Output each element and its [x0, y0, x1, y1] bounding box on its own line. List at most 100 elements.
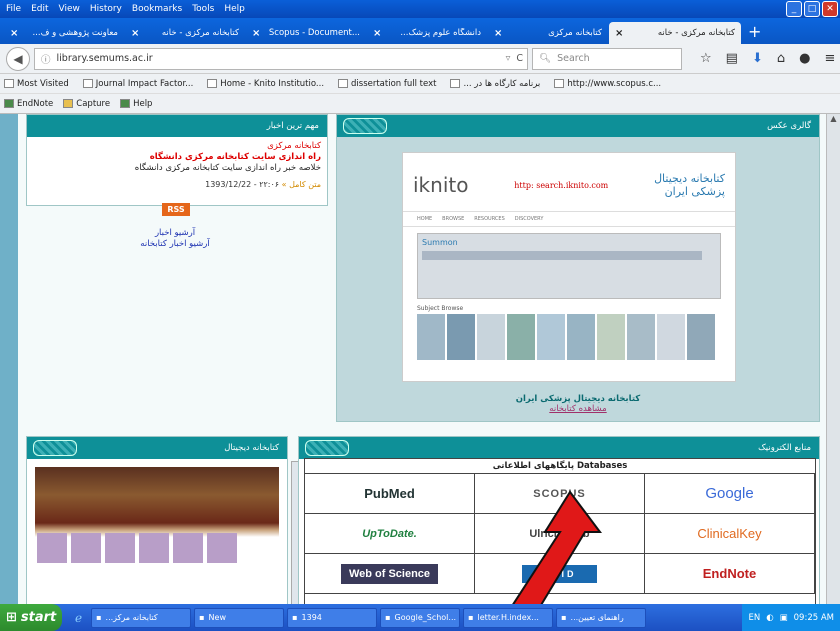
tab[interactable]: × کتابخانه مرکزی - خانه [125, 22, 245, 44]
toolbar-item[interactable]: Help [120, 99, 152, 109]
menu-view[interactable]: View [59, 4, 80, 14]
database-cell[interactable]: Web of Science [305, 554, 475, 594]
knito-title: کتابخانه دیجیتال [654, 172, 725, 185]
gallery-caption-link[interactable]: مشاهده کتابخانه [336, 404, 820, 414]
taskbar-item[interactable]: ▪ Google_Schol... [380, 607, 461, 628]
subject-thumb [627, 314, 655, 360]
database-logo: Web of Science [340, 563, 439, 584]
digital-library-header-label: کتابخانه دیجیتال [224, 443, 279, 453]
close-button[interactable]: ✕ [822, 1, 838, 17]
close-icon[interactable]: × [373, 28, 381, 39]
database-cell[interactable]: ClinicalKey [645, 514, 815, 554]
summon-label: Summon [422, 238, 458, 247]
minimize-button[interactable]: _ [786, 1, 802, 17]
taskbar-item[interactable]: ▪ letter.H.index... [463, 607, 554, 628]
windows-logo-icon: ⊞ [6, 610, 17, 625]
bookmark-item[interactable]: Journal Impact Factor... [82, 79, 193, 89]
subject-thumb [657, 314, 685, 360]
tab-label: Scopus - Document... [268, 28, 360, 38]
subject-thumb [687, 314, 715, 360]
bookmark-item[interactable]: Most Visited [4, 79, 69, 89]
menu-file[interactable]: File [6, 4, 21, 14]
bookmark-icon [338, 79, 349, 88]
subject-thumb [567, 314, 595, 360]
menu-help[interactable]: Help [224, 4, 245, 14]
taskbar-item[interactable]: ▪ ...راهنمای تعیین [556, 607, 647, 628]
bookmark-item[interactable]: http://www.scopus.c... [554, 79, 661, 89]
tab[interactable]: × کتابخانه مرکزی [488, 22, 608, 44]
archive-link-news[interactable]: آرشیو اخبار [110, 228, 240, 239]
new-tab-button[interactable]: + [748, 22, 761, 41]
url-bar[interactable]: ⓘ library.semums.ac.ir ▿ C [34, 47, 528, 70]
database-cell[interactable]: OVID [475, 554, 645, 594]
toolbar-item[interactable]: EndNote [4, 99, 53, 109]
database-cell[interactable]: EndNote [645, 554, 815, 594]
tab[interactable]: × ...معاونت پژوهشی و ف [4, 22, 124, 44]
back-button[interactable]: ◀ [6, 46, 30, 71]
dropdown-icon[interactable]: ▿ [506, 53, 511, 64]
reader-icon[interactable]: ▤ [726, 51, 738, 66]
tab[interactable]: × ...دانشگاه علوم پزشک [367, 22, 487, 44]
toolbar-item[interactable]: Capture [63, 99, 110, 109]
rss-button[interactable]: RSS [162, 203, 190, 216]
maximize-button[interactable]: □ [804, 1, 820, 17]
bookmarks-toolbar-2: EndNote Capture Help [0, 94, 840, 114]
close-icon[interactable]: × [131, 28, 139, 39]
knito-nav-item: BROWSE [442, 216, 465, 222]
subject-thumb [597, 314, 625, 360]
network-icon[interactable]: ▣ [780, 613, 788, 623]
menu-bookmarks[interactable]: Bookmarks [132, 4, 182, 14]
database-cell[interactable]: UpToDate. [305, 514, 475, 554]
taskbar-item[interactable]: ▪ ...کتابخانه مرکز [91, 607, 192, 628]
close-icon[interactable]: × [252, 28, 260, 39]
knito-logo: iknito [413, 173, 469, 197]
bookmark-label: ... برنامه کارگاه ها در [463, 78, 541, 89]
news-more-link[interactable]: متن کامل » [282, 180, 321, 189]
taskbar-item[interactable]: ▪ 1394 [287, 607, 378, 628]
download-icon[interactable]: ⬇ [752, 51, 763, 66]
language-indicator[interactable]: EN [748, 613, 760, 623]
digital-library-image[interactable] [35, 467, 279, 607]
menu-tools[interactable]: Tools [192, 4, 214, 14]
subject-thumbs [403, 312, 735, 362]
archive-links: آرشیو اخبار آرشیو اخبار کتابخانه [110, 228, 240, 250]
scrollbar[interactable]: ▲ [826, 114, 840, 604]
database-logo: OVID [522, 564, 597, 583]
database-cell[interactable]: PubMed [305, 474, 475, 514]
bookmark-item[interactable]: dissertation full text [338, 79, 436, 89]
database-logo: Google [705, 485, 754, 502]
tab[interactable]: × Scopus - Document... [246, 22, 366, 44]
task-icon: ▪ [561, 613, 567, 622]
digital-library-panel: کتابخانه دیجیتال [26, 436, 303, 607]
database-cell[interactable]: Google [645, 474, 815, 514]
menu-history[interactable]: History [90, 4, 122, 14]
search-input[interactable]: 🔍︎ Search [532, 47, 682, 70]
start-button[interactable]: ⊞ start [0, 604, 62, 631]
menu-icon[interactable]: ≡ [824, 51, 835, 66]
knito-screenshot[interactable]: iknito http: search.iknito.com کتابخانه … [402, 152, 736, 382]
close-icon[interactable]: × [494, 28, 502, 39]
bookmark-label: Most Visited [17, 78, 69, 89]
tab[interactable]: × کتابخانه مرکزی - خانه [609, 22, 741, 44]
star-icon[interactable]: ☆ [700, 51, 712, 66]
summon-input [422, 251, 702, 260]
taskbar-item[interactable]: ▪ New [194, 607, 285, 628]
database-cell[interactable]: UlrichsWeb [475, 514, 645, 554]
gallery-header-label: گالری عکس [767, 121, 811, 131]
close-icon[interactable]: × [10, 28, 18, 39]
ie-icon[interactable]: ℯ [75, 611, 82, 625]
tray-icon[interactable]: ◐ [766, 613, 773, 623]
menu-edit[interactable]: Edit [31, 4, 48, 14]
archive-link-library[interactable]: آرشیو اخبار کتابخانه [110, 239, 240, 250]
home-icon[interactable]: ⌂ [777, 51, 785, 66]
news-date: ۲۲:۰۶ - 1393/12/22 [205, 180, 280, 189]
chat-icon[interactable]: ● [799, 51, 810, 66]
tab-label: کتابخانه مرکزی - خانه [657, 28, 735, 38]
database-cell[interactable]: SCOPUS [475, 474, 645, 514]
reload-icon[interactable]: C [516, 53, 523, 64]
bookmark-item[interactable]: ... برنامه کارگاه ها در [450, 79, 540, 89]
close-icon[interactable]: × [615, 28, 623, 39]
menu-bar: File Edit View History Bookmarks Tools Help _ □ ✕ [0, 0, 840, 18]
news-title[interactable]: راه اندازی سایت کتابخانه مرکزی دانشگاه [33, 152, 321, 163]
bookmark-item[interactable]: Home - Knito Institutio... [207, 79, 324, 89]
